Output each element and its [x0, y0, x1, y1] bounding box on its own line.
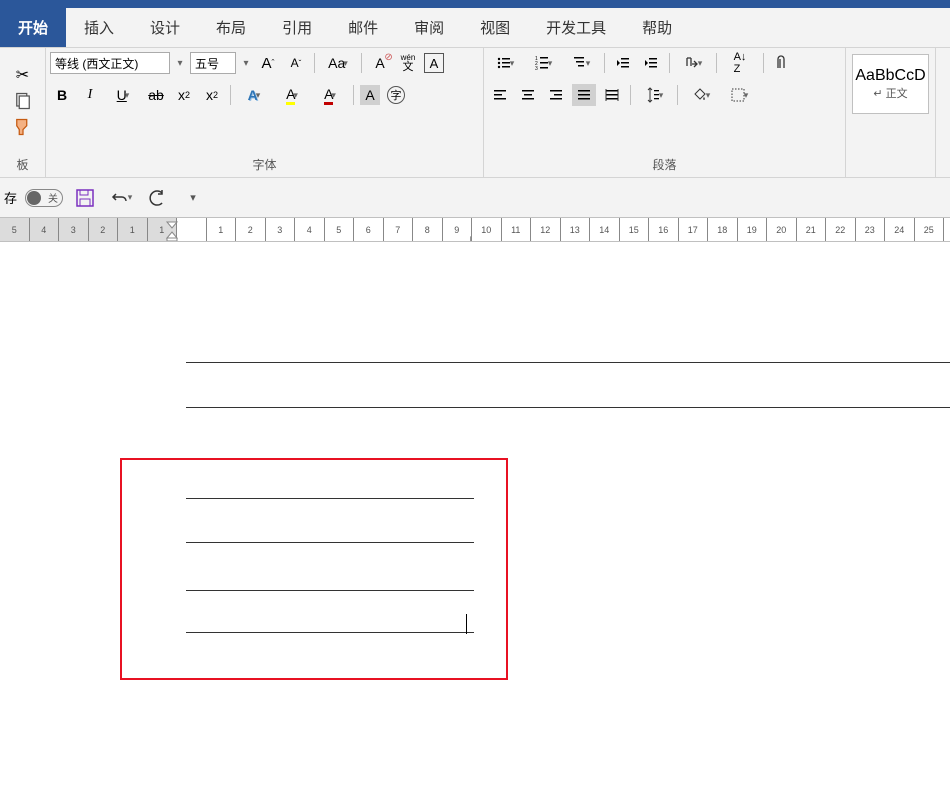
sort-button[interactable]: A↓Z — [723, 52, 757, 74]
clear-format-button[interactable]: A⊘ — [368, 52, 392, 74]
style-normal[interactable]: AaBbCcD ↵ 正文 — [852, 54, 929, 114]
redo-button[interactable] — [143, 184, 171, 212]
clipboard-group-label: 板 — [0, 154, 45, 177]
autosave-label: 存 — [4, 188, 17, 207]
doc-line — [186, 498, 474, 499]
tab-insert[interactable]: 插入 — [66, 8, 132, 47]
increase-indent-button[interactable] — [639, 52, 663, 74]
tab-view[interactable]: 视图 — [462, 8, 528, 47]
italic-button[interactable]: I — [78, 84, 102, 106]
tab-review[interactable]: 审阅 — [396, 8, 462, 47]
text-direction-button[interactable]: ▾ — [676, 52, 710, 74]
selection-highlight-box — [120, 458, 508, 680]
horizontal-ruler[interactable]: 5432111234567891011121314151617181920212… — [0, 218, 950, 242]
doc-line — [186, 542, 474, 543]
ribbon: ✂ 板 等线 (西文正文) ▾ 五号 ▾ Aˆ Aˇ Aa▾ A⊘ wén文 A — [0, 48, 950, 178]
styles-group: AaBbCcD ↵ 正文 — [846, 48, 936, 177]
ribbon-tabs: 开始 插入 设计 布局 引用 邮件 审阅 视图 开发工具 帮助 — [0, 8, 950, 48]
cut-icon[interactable]: ✂ — [13, 66, 33, 84]
character-shading-button[interactable]: A — [360, 85, 380, 105]
svg-text:3: 3 — [535, 66, 538, 71]
subscript-button[interactable]: x2 — [172, 84, 196, 106]
tab-design[interactable]: 设计 — [132, 8, 198, 47]
title-bar — [0, 0, 950, 8]
document-page[interactable] — [0, 242, 950, 800]
save-button[interactable] — [71, 184, 99, 212]
line-spacing-button[interactable]: ▾ — [637, 84, 671, 106]
grow-font-button[interactable]: Aˆ — [256, 52, 280, 74]
shading-button[interactable]: ▾ — [684, 84, 718, 106]
align-center-button[interactable] — [516, 84, 540, 106]
quick-access-toolbar: 存 关 ▾ ▾ — [0, 178, 950, 218]
font-size-select[interactable]: 五号 — [190, 52, 236, 74]
font-group-label: 字体 — [46, 154, 483, 177]
doc-line — [186, 362, 950, 363]
enclose-character-button[interactable]: 字 — [384, 84, 408, 106]
tab-developer[interactable]: 开发工具 — [528, 8, 624, 47]
highlight-button[interactable]: A▾ — [275, 84, 309, 106]
font-name-dropdown-icon[interactable]: ▾ — [174, 58, 186, 69]
tab-stop-marker[interactable]: ∟ — [468, 234, 479, 242]
align-right-button[interactable] — [544, 84, 568, 106]
text-cursor — [466, 614, 467, 634]
shrink-font-button[interactable]: Aˇ — [284, 52, 308, 74]
change-case-button[interactable]: Aa▾ — [321, 52, 355, 74]
decrease-indent-button[interactable] — [611, 52, 635, 74]
borders-button[interactable]: ▾ — [722, 84, 756, 106]
font-name-select[interactable]: 等线 (西文正文) — [50, 52, 170, 74]
tab-help[interactable]: 帮助 — [624, 8, 690, 47]
superscript-button[interactable]: x2 — [200, 84, 224, 106]
text-effects-button[interactable]: A▾ — [237, 84, 271, 106]
character-border-button[interactable]: A — [424, 53, 444, 73]
format-painter-icon[interactable] — [13, 118, 33, 136]
numbering-button[interactable]: 123▾ — [526, 52, 560, 74]
show-marks-button[interactable] — [770, 52, 794, 74]
underline-button[interactable]: U▾ — [106, 84, 140, 106]
justify-button[interactable] — [572, 84, 596, 106]
distributed-button[interactable] — [600, 84, 624, 106]
doc-line — [186, 632, 474, 633]
strikethrough-button[interactable]: ab — [144, 84, 168, 106]
copy-icon[interactable] — [13, 92, 33, 110]
phonetic-guide-button[interactable]: wén文 — [396, 52, 420, 74]
autosave-toggle[interactable]: 关 — [25, 189, 63, 207]
doc-line — [186, 590, 474, 591]
doc-line — [186, 407, 950, 408]
bold-button[interactable]: B — [50, 84, 74, 106]
indent-marker-icon[interactable] — [166, 218, 178, 242]
align-left-button[interactable] — [488, 84, 512, 106]
qat-customize-button[interactable]: ▾ — [179, 184, 207, 212]
tab-home[interactable]: 开始 — [0, 8, 66, 47]
tab-layout[interactable]: 布局 — [198, 8, 264, 47]
multilevel-list-button[interactable]: ▾ — [564, 52, 598, 74]
undo-button[interactable]: ▾ — [107, 184, 135, 212]
tab-references[interactable]: 引用 — [264, 8, 330, 47]
font-color-button[interactable]: A▾ — [313, 84, 347, 106]
paragraph-group-label: 段落 — [484, 154, 845, 177]
tab-mailings[interactable]: 邮件 — [330, 8, 396, 47]
bullets-button[interactable]: ▾ — [488, 52, 522, 74]
font-size-dropdown-icon[interactable]: ▾ — [240, 58, 252, 69]
